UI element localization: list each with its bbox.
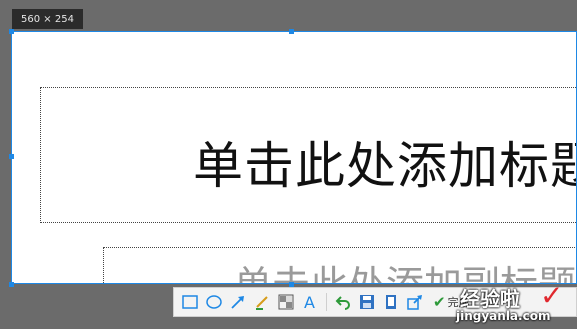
save-tool-button[interactable] xyxy=(357,292,377,312)
text-tool-button[interactable]: A xyxy=(300,292,320,312)
undo-tool-button[interactable] xyxy=(333,292,353,312)
resize-handle-bottom-left[interactable] xyxy=(9,282,14,287)
done-button[interactable]: ✔ 完成 xyxy=(433,293,470,311)
text-icon: A xyxy=(304,294,315,310)
resize-handle-middle-left[interactable] xyxy=(9,154,14,159)
subtitle-placeholder-text: 单击此处添加副标题 xyxy=(234,254,576,283)
ellipse-icon xyxy=(206,295,222,309)
ellipse-tool-button[interactable] xyxy=(204,292,224,312)
svg-text:A: A xyxy=(304,294,315,310)
rectangle-tool-button[interactable] xyxy=(180,292,200,312)
checkmark-icon: ✔ xyxy=(433,293,446,311)
mosaic-tool-button[interactable] xyxy=(276,292,296,312)
share-tool-button[interactable] xyxy=(405,292,425,312)
done-label: 完成 xyxy=(447,296,470,309)
selection-size-badge: 560 × 254 xyxy=(12,9,83,29)
copy-icon xyxy=(386,295,396,309)
resize-handle-top-middle[interactable] xyxy=(289,29,294,34)
subtitle-placeholder-box[interactable]: 单击此处添加副标题 xyxy=(103,247,576,283)
pen-tool-button[interactable] xyxy=(252,292,272,312)
mosaic-icon xyxy=(278,294,294,310)
arrow-tool-button[interactable] xyxy=(228,292,248,312)
resize-handle-top-left[interactable] xyxy=(9,29,14,34)
rectangle-icon xyxy=(182,295,198,309)
copy-tool-button[interactable] xyxy=(381,292,401,312)
pen-icon xyxy=(256,296,268,310)
toolbar-separator xyxy=(326,293,327,311)
arrow-icon xyxy=(231,296,244,309)
title-placeholder-box[interactable]: 单击此处添加标题 xyxy=(40,87,577,223)
capture-selection-area[interactable]: 单击此处添加标题 单击此处添加副标题 xyxy=(11,31,577,284)
share-icon xyxy=(407,295,422,310)
screenshot-toolbar: A ✔ 完成 xyxy=(173,287,577,317)
save-icon xyxy=(360,295,374,309)
undo-icon xyxy=(335,296,350,310)
title-placeholder-text: 单击此处添加标题 xyxy=(193,137,577,195)
